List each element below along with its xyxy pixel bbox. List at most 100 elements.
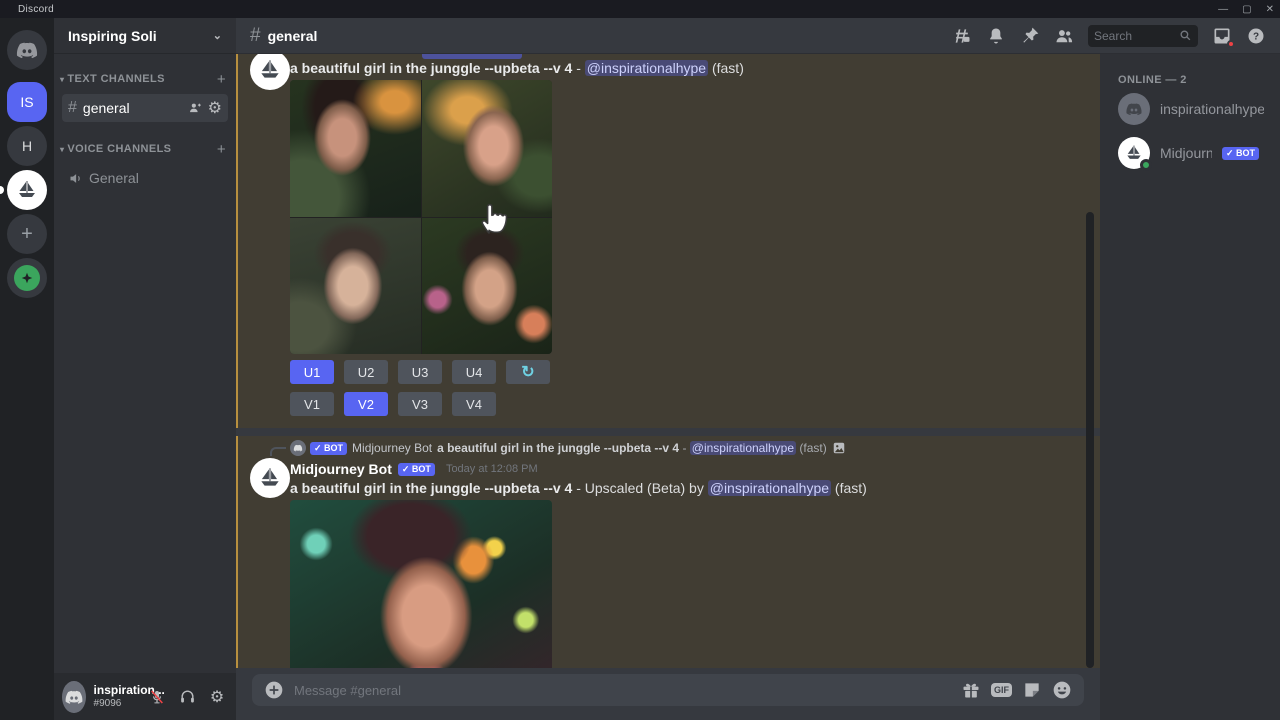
- variation-button-v2[interactable]: V2: [344, 392, 388, 416]
- user-mention[interactable]: @inspirationalhype: [708, 480, 831, 496]
- voice-channels-section[interactable]: ▾ VOICE CHANNELS +: [54, 140, 236, 158]
- user-info[interactable]: inspiration... #9096: [94, 684, 146, 708]
- variation-button-v1[interactable]: V1: [290, 392, 334, 416]
- channel-settings-gear-icon[interactable]: ⚙: [208, 98, 222, 118]
- upscaled-image[interactable]: [290, 500, 552, 668]
- user-discriminator: #9096: [94, 698, 146, 709]
- svg-text:?: ?: [1253, 31, 1259, 42]
- fast-label: (fast): [831, 480, 867, 496]
- member-name: inspirationalhype 👑: [1160, 101, 1264, 118]
- user-avatar[interactable]: [62, 681, 86, 713]
- reply-avatar: [290, 440, 306, 456]
- message-gap: [236, 428, 1100, 436]
- attach-file-icon[interactable]: [264, 680, 284, 700]
- upscale-button-u4[interactable]: U4: [452, 360, 496, 384]
- message-composer[interactable]: GIF: [252, 674, 1084, 706]
- explore-servers-button[interactable]: [7, 258, 47, 298]
- create-voice-channel-button[interactable]: +: [217, 141, 226, 158]
- channel-sidebar: Inspiring Soli ⌄ ▾ TEXT CHANNELS + # gen…: [54, 18, 236, 720]
- voice-channels-label: VOICE CHANNELS: [67, 143, 171, 155]
- server-header[interactable]: Inspiring Soli ⌄: [54, 18, 236, 54]
- search-input[interactable]: [1094, 29, 1179, 43]
- notifications-bell-icon[interactable]: [986, 26, 1006, 46]
- discord-logo-icon: [15, 38, 39, 62]
- member-row-midjourney-bot[interactable]: Midjourney Bot ✓ BOT: [1110, 132, 1272, 174]
- add-server-button[interactable]: +: [7, 214, 47, 254]
- notification-dot: [1227, 40, 1235, 48]
- help-icon[interactable]: ?: [1246, 26, 1266, 46]
- text-channels-section[interactable]: ▾ TEXT CHANNELS +: [54, 70, 236, 88]
- username: inspiration...: [94, 684, 146, 697]
- message-author-line: Midjourney Bot ✓ BOT Today at 12:08 PM: [290, 461, 538, 477]
- message-midjourney-upscaled: ✓ BOT Midjourney Bot a beautiful girl in…: [236, 436, 1100, 668]
- server-initials: IS: [20, 94, 33, 110]
- create-channel-button[interactable]: +: [217, 71, 226, 88]
- search-bar[interactable]: [1088, 25, 1198, 47]
- emoji-picker-icon[interactable]: [1052, 680, 1072, 700]
- pinned-messages-icon[interactable]: [1020, 26, 1040, 46]
- prompt-text: a beautiful girl in the junggle --upbeta…: [290, 60, 572, 76]
- voice-channel-item-general[interactable]: General: [62, 166, 228, 190]
- hash-icon: #: [68, 99, 77, 117]
- minimize-button[interactable]: —: [1218, 4, 1228, 15]
- invite-people-icon[interactable]: [188, 101, 202, 115]
- reply-author-name[interactable]: Midjourney Bot: [352, 441, 432, 455]
- upscale-button-u1[interactable]: U1: [290, 360, 334, 384]
- message-input[interactable]: [294, 683, 961, 698]
- grid-image-2[interactable]: [422, 80, 553, 217]
- maximize-button[interactable]: ▢: [1242, 4, 1251, 15]
- channel-title: general: [268, 28, 318, 44]
- reply-preview[interactable]: a beautiful girl in the junggle --upbeta…: [437, 441, 827, 455]
- voice-channel-name: General: [89, 170, 139, 186]
- gif-picker-icon[interactable]: GIF: [991, 683, 1012, 697]
- inbox-icon[interactable]: [1212, 26, 1232, 46]
- grid-image-1[interactable]: [290, 80, 421, 217]
- server-icon-midjourney[interactable]: [7, 170, 47, 210]
- sticker-picker-icon[interactable]: [1022, 680, 1042, 700]
- threads-icon[interactable]: [952, 26, 972, 46]
- mute-microphone-button[interactable]: [146, 686, 168, 708]
- grid-image-4[interactable]: [422, 218, 553, 355]
- grid-image-3[interactable]: [290, 218, 421, 355]
- message-content: a beautiful girl in the junggle --upbeta…: [290, 480, 867, 496]
- fast-label: (fast): [708, 60, 744, 76]
- clipped-mention-pill: [422, 54, 522, 59]
- server-name: Inspiring Soli: [68, 28, 157, 44]
- bot-badge: ✓ BOT: [310, 442, 347, 455]
- app-title: Discord: [18, 4, 54, 15]
- upscale-button-u2[interactable]: U2: [344, 360, 388, 384]
- home-button[interactable]: [7, 30, 47, 70]
- generated-image-grid[interactable]: [290, 80, 552, 354]
- midjourney-bot-avatar[interactable]: [250, 54, 290, 90]
- bot-badge: ✓ BOT: [1222, 147, 1259, 160]
- message-content: a beautiful girl in the junggle --upbeta…: [290, 60, 744, 76]
- user-mention[interactable]: @inspirationalhype: [690, 441, 796, 455]
- user-settings-gear-icon[interactable]: ⚙: [206, 686, 228, 708]
- server-icon-inspiring-soli[interactable]: IS: [7, 82, 47, 122]
- chat-header: # general: [236, 18, 1280, 54]
- gift-icon[interactable]: [961, 680, 981, 700]
- variation-button-v3[interactable]: V3: [398, 392, 442, 416]
- midjourney-bot-avatar[interactable]: [250, 458, 290, 498]
- chat-scrollbar[interactable]: [1086, 212, 1094, 668]
- member-list-icon[interactable]: [1054, 26, 1074, 46]
- close-button[interactable]: ✕: [1266, 4, 1274, 15]
- image-attachment-icon: [832, 441, 846, 455]
- plus-icon: +: [21, 223, 33, 246]
- user-panel: inspiration... #9096 ⚙: [54, 673, 236, 720]
- variation-button-row: V1 V2 V3 V4: [290, 392, 496, 416]
- channel-item-general[interactable]: # general ⚙: [62, 94, 228, 122]
- upscale-button-u3[interactable]: U3: [398, 360, 442, 384]
- author-name[interactable]: Midjourney Bot: [290, 461, 392, 477]
- upscale-button-row: U1 U2 U3 U4 ↻: [290, 360, 550, 384]
- message-list[interactable]: a beautiful girl in the junggle --upbeta…: [236, 54, 1100, 668]
- server-icon-h[interactable]: H: [7, 126, 47, 166]
- reply-reference[interactable]: ✓ BOT Midjourney Bot a beautiful girl in…: [238, 440, 1100, 456]
- headphones-button[interactable]: [176, 686, 198, 708]
- member-row-inspirationalhype[interactable]: inspirationalhype 👑: [1110, 88, 1272, 130]
- user-mention[interactable]: @inspirationalhype: [585, 60, 708, 76]
- variation-button-v4[interactable]: V4: [452, 392, 496, 416]
- caret-down-icon: ▾: [60, 145, 64, 154]
- member-name: Midjourney Bot: [1160, 145, 1212, 161]
- reroll-button[interactable]: ↻: [506, 360, 550, 384]
